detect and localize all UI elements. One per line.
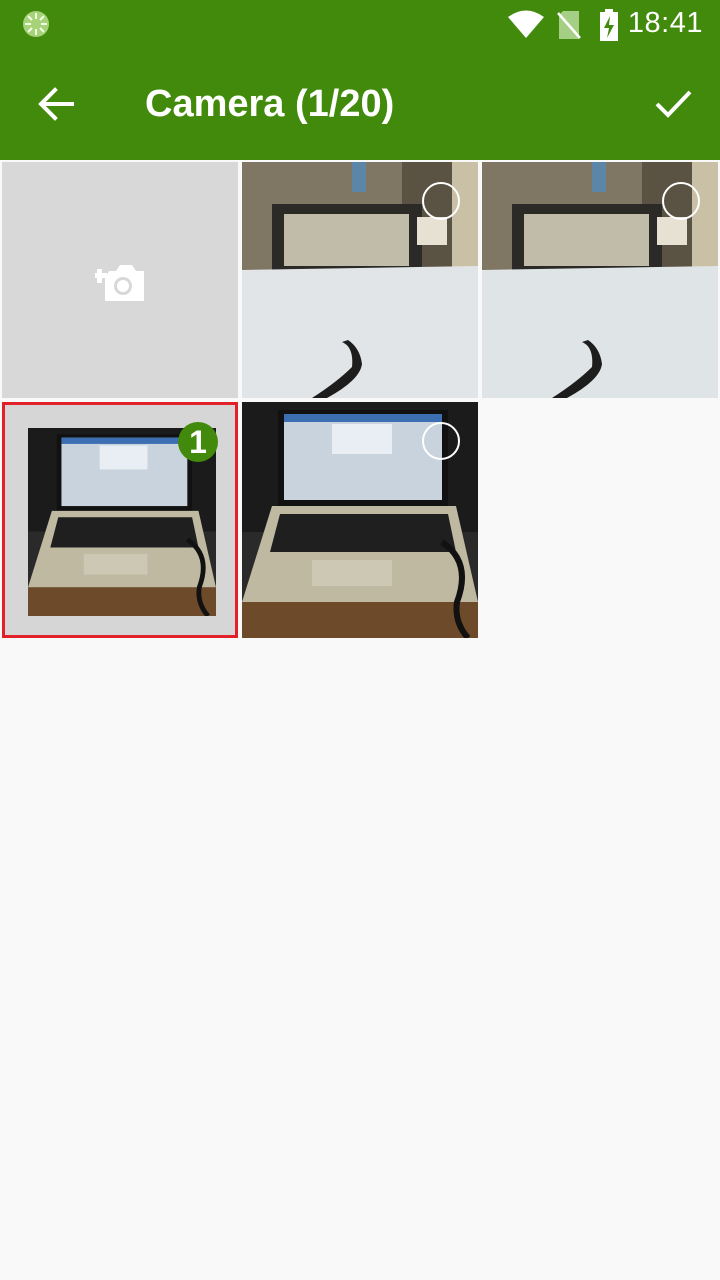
clock: 18:41 (627, 7, 703, 39)
app-notification-icon (23, 11, 49, 37)
photo-thumbnail[interactable] (242, 402, 478, 638)
photo-grid: 1 (0, 160, 720, 640)
back-arrow-icon[interactable] (38, 86, 74, 122)
checkmark-icon[interactable] (654, 86, 692, 122)
selection-order-badge: 1 (178, 422, 218, 462)
photo-thumbnail[interactable] (242, 162, 478, 398)
add-photo-icon (95, 265, 144, 301)
select-circle[interactable] (422, 182, 460, 220)
select-circle[interactable] (662, 182, 700, 220)
battery-charging-icon (600, 9, 618, 41)
photo-thumbnail[interactable] (482, 162, 718, 398)
no-sim-icon (557, 11, 581, 39)
app-bar: Camera (1/20) (0, 50, 720, 160)
page-title: Camera (1/20) (145, 83, 395, 125)
wifi-icon (508, 10, 544, 38)
take-photo-tile[interactable] (2, 162, 238, 398)
photo-thumbnail-selected[interactable]: 1 (2, 402, 238, 638)
status-bar: 18:41 (0, 0, 720, 50)
select-circle[interactable] (422, 422, 460, 460)
